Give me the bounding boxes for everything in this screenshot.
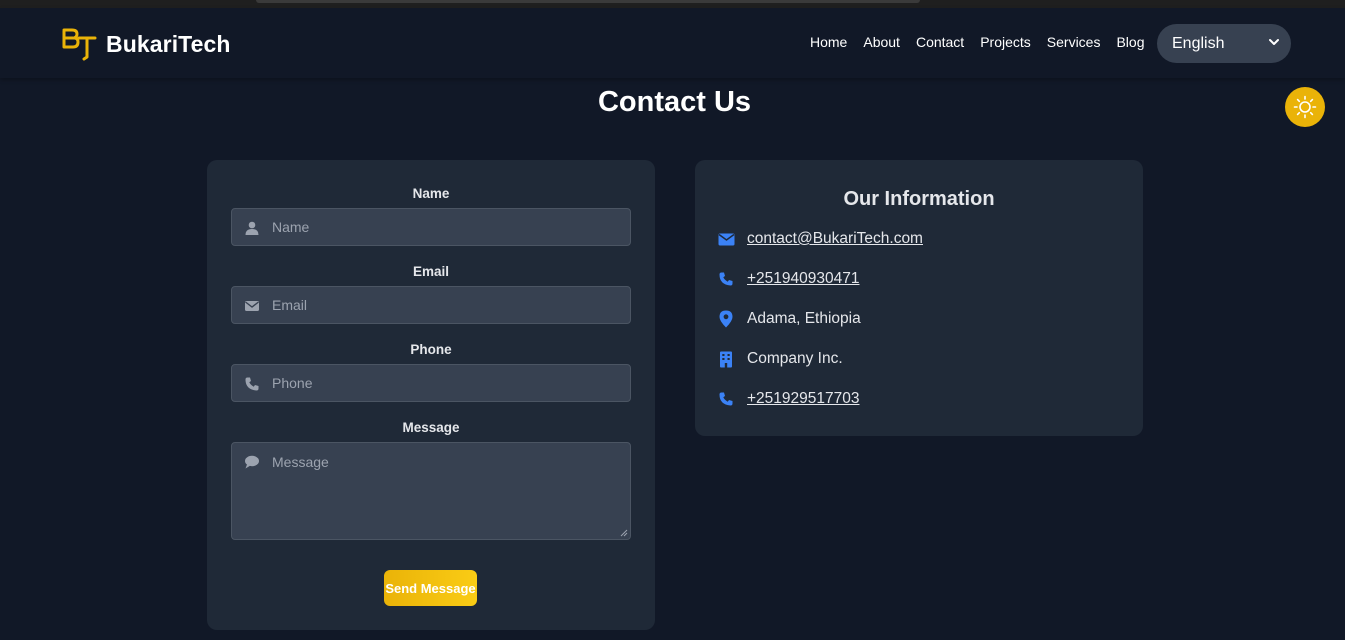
main-nav: Home About Contact Projects Services Blo…	[810, 34, 1145, 50]
info-row-email: contact@BukariTech.com	[717, 230, 923, 248]
nav-about[interactable]: About	[863, 34, 900, 50]
email-field-wrapper	[231, 286, 631, 324]
info-company: Company Inc.	[747, 350, 843, 367]
message-label: Message	[402, 420, 460, 435]
building-icon	[717, 350, 735, 368]
info-row-company: Company Inc.	[717, 350, 843, 368]
info-phone-2-link[interactable]: +251929517703	[747, 390, 860, 408]
language-select[interactable]: English	[1157, 24, 1291, 63]
email-label: Email	[412, 264, 450, 279]
name-field-wrapper	[231, 208, 631, 246]
nav-services[interactable]: Services	[1047, 34, 1101, 50]
resize-handle-icon[interactable]	[620, 529, 628, 537]
contact-form: Name Email Phone Message Send Message	[207, 160, 655, 630]
envelope-icon	[717, 230, 735, 248]
brand-name: BukariTech	[106, 30, 231, 57]
browser-top-strip	[0, 0, 1345, 8]
info-location: Adama, Ethiopia	[747, 310, 861, 327]
name-label: Name	[412, 186, 450, 201]
info-row-location: Adama, Ethiopia	[717, 310, 861, 328]
phone-icon	[717, 270, 735, 288]
info-card: Our Information contact@BukariTech.com +…	[695, 160, 1143, 436]
info-email-link[interactable]: contact@BukariTech.com	[747, 230, 923, 248]
email-input[interactable]	[232, 287, 630, 323]
brand-logo-icon	[62, 28, 97, 61]
info-row-phone-2: +251929517703	[717, 390, 860, 408]
language-select-value: English	[1172, 34, 1225, 52]
phone-input[interactable]	[232, 365, 630, 401]
chevron-down-icon	[1269, 39, 1279, 45]
nav-projects[interactable]: Projects	[980, 34, 1031, 50]
page-title: Contact Us	[597, 86, 752, 118]
send-message-button[interactable]: Send Message	[384, 570, 477, 606]
site-header: BukariTech Home About Contact Projects S…	[0, 8, 1345, 78]
info-row-phone-1: +251940930471	[717, 270, 860, 288]
phone-label: Phone	[410, 342, 452, 357]
nav-blog[interactable]: Blog	[1116, 34, 1144, 50]
phone-field-wrapper	[231, 364, 631, 402]
message-textarea[interactable]	[232, 443, 630, 539]
message-field-wrapper	[231, 442, 631, 540]
nav-contact[interactable]: Contact	[916, 34, 964, 50]
map-pin-icon	[717, 310, 735, 328]
info-phone-1-link[interactable]: +251940930471	[747, 270, 860, 288]
info-title: Our Information	[843, 188, 995, 210]
brand[interactable]: BukariTech	[60, 25, 231, 63]
nav-home[interactable]: Home	[810, 34, 847, 50]
name-input[interactable]	[232, 209, 630, 245]
phone-icon	[717, 390, 735, 408]
